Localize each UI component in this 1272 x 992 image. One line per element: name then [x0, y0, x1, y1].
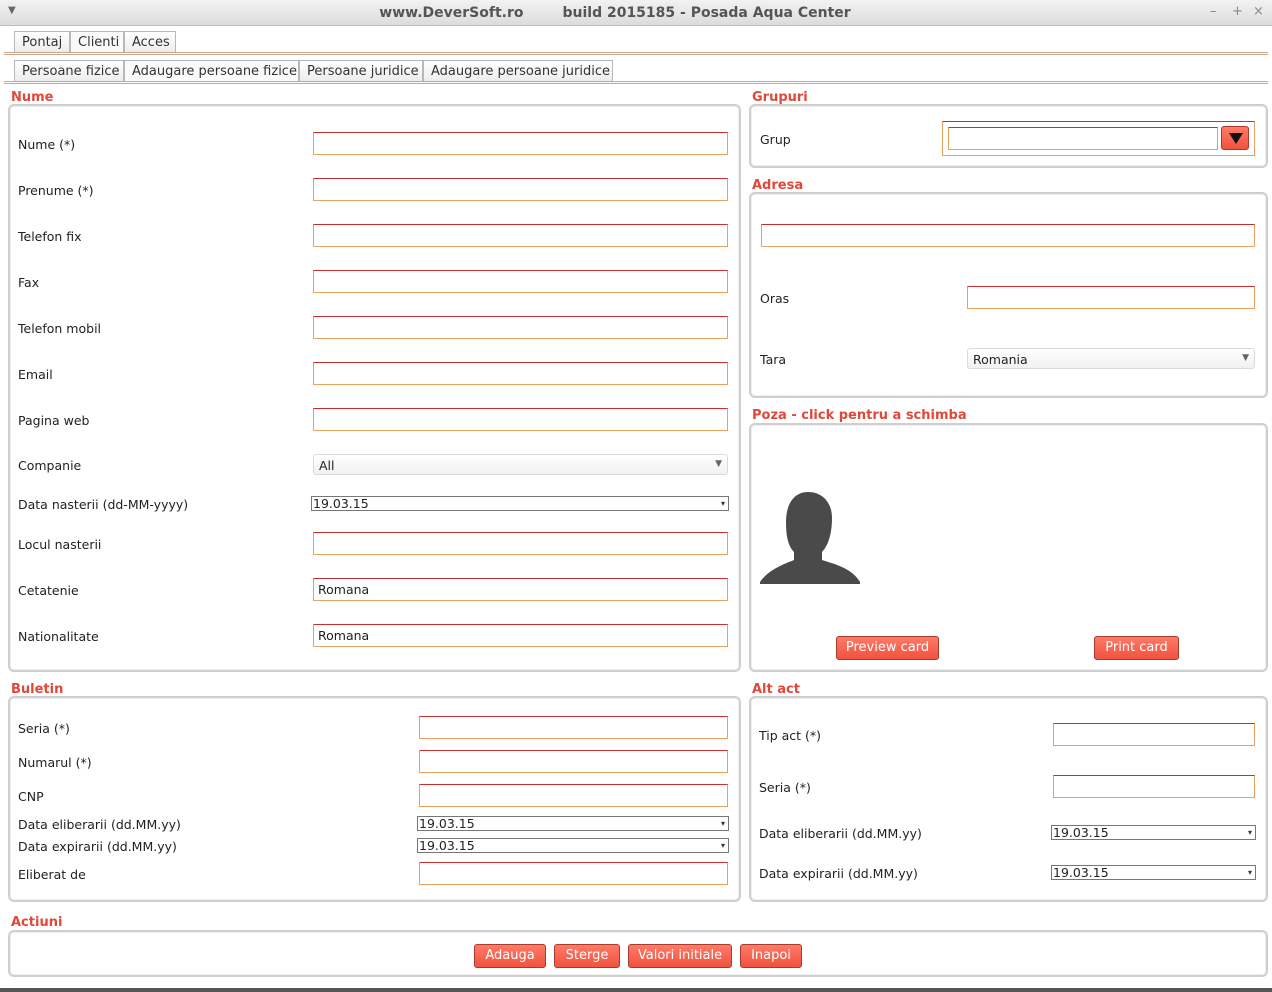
main-tab-bar: Pontaj Clienti Acces — [0, 31, 1272, 53]
label-fax: Fax — [18, 275, 40, 290]
cetatenie-input[interactable]: Romana — [313, 578, 728, 601]
label-email: Email — [18, 367, 53, 382]
label-numarul: Numarul (*) — [18, 755, 92, 770]
eliberat-de-input[interactable] — [419, 862, 728, 885]
tab-divider — [4, 52, 1268, 55]
label-cnp: CNP — [18, 789, 44, 804]
oras-input[interactable] — [967, 286, 1255, 309]
tab-persoane-juridice[interactable]: Persoane juridice — [299, 60, 423, 82]
tab-adaugare-persoane-fizice[interactable]: Adaugare persoane fizice — [124, 60, 299, 82]
print-card-button[interactable]: Print card — [1094, 636, 1179, 660]
sterge-button[interactable]: Sterge — [554, 944, 620, 968]
label-telefon-fix: Telefon fix — [18, 229, 82, 244]
section-title-adresa: Adresa — [752, 178, 804, 193]
tab-pontaj[interactable]: Pontaj — [14, 31, 70, 53]
alt-seria-input[interactable] — [1053, 775, 1255, 798]
inapoi-button[interactable]: Inapoi — [740, 944, 802, 968]
pagina-web-input[interactable] — [313, 408, 728, 431]
email-input[interactable] — [313, 362, 728, 385]
chevron-down-icon: ▾ — [1247, 828, 1252, 837]
person-silhouette-icon[interactable] — [760, 490, 862, 586]
label-data-expirarii: Data expirarii (dd.MM.yy) — [18, 839, 177, 854]
label-oras: Oras — [760, 291, 790, 306]
adresa-input[interactable] — [761, 224, 1255, 247]
chevron-down-icon: ▾ — [720, 499, 725, 508]
nationalitate-input[interactable]: Romana — [313, 624, 728, 647]
buletin-data-expirarii-picker[interactable]: 19.03.15 ▾ — [417, 838, 729, 853]
companie-value: All — [319, 458, 335, 473]
alt-data-expirarii-picker[interactable]: 19.03.15 ▾ — [1051, 865, 1256, 880]
tab-acces[interactable]: Acces — [124, 31, 176, 53]
label-data-nasterii: Data nasterii (dd-MM-yyyy) — [18, 497, 189, 512]
label-grup: Grup — [760, 132, 791, 147]
adauga-button[interactable]: Adauga — [474, 944, 546, 968]
alt-data-expirarii-value: 19.03.15 — [1053, 865, 1109, 880]
sub-tab-bar: Persoane fizice Adaugare persoane fizice… — [0, 60, 1272, 82]
label-prenume: Prenume (*) — [18, 183, 94, 198]
tara-value: Romania — [973, 352, 1028, 367]
grup-input[interactable] — [948, 127, 1218, 150]
window-title: www.DeverSoft.ro build 2015185 - Posada … — [379, 5, 851, 21]
tab-clienti[interactable]: Clienti — [70, 31, 124, 53]
label-tara: Tara — [760, 352, 787, 367]
section-title-actiuni: Actiuni — [11, 915, 63, 930]
section-title-buletin: Buletin — [11, 682, 64, 697]
fax-input[interactable] — [313, 270, 728, 293]
label-telefon-mobil: Telefon mobil — [18, 321, 102, 336]
nume-input[interactable] — [313, 132, 728, 155]
telefon-mobil-input[interactable] — [313, 316, 728, 339]
label-eliberat-de: Eliberat de — [18, 867, 86, 882]
grup-combobox[interactable] — [942, 121, 1255, 156]
chevron-down-icon: ▼ — [715, 459, 722, 469]
close-button[interactable]: × — [1253, 4, 1264, 19]
chevron-down-icon: ▾ — [1247, 868, 1252, 877]
companie-select[interactable]: All ▼ — [313, 454, 728, 475]
valori-initiale-button[interactable]: Valori initiale — [628, 944, 732, 968]
buletin-data-eliberarii-value: 19.03.15 — [419, 816, 475, 831]
data-nasterii-value: 19.03.15 — [313, 496, 369, 511]
tab-persoane-fizice[interactable]: Persoane fizice — [14, 60, 124, 82]
window-bottom-border — [0, 988, 1272, 992]
prenume-input[interactable] — [313, 178, 728, 201]
minimize-button[interactable]: – — [1210, 4, 1217, 19]
chevron-down-icon: ▾ — [720, 841, 725, 850]
label-data-eliberarii: Data eliberarii (dd.MM.yy) — [18, 817, 181, 832]
alt-data-eliberarii-value: 19.03.15 — [1053, 825, 1109, 840]
section-title-grupuri: Grupuri — [752, 90, 808, 105]
label-alt-data-eliberarii: Data eliberarii (dd.MM.yy) — [759, 826, 922, 841]
grup-dropdown-button[interactable] — [1221, 126, 1249, 150]
section-title-poza: Poza - click pentru a schimba — [752, 408, 967, 423]
preview-card-button[interactable]: Preview card — [836, 636, 939, 660]
tip-act-input[interactable] — [1053, 723, 1255, 746]
label-locul-nasterii: Locul nasterii — [18, 537, 102, 552]
buletin-data-expirarii-value: 19.03.15 — [419, 838, 475, 853]
label-nationalitate: Nationalitate — [18, 629, 99, 644]
label-companie: Companie — [18, 458, 82, 473]
triangle-down-icon — [1229, 133, 1243, 144]
label-alt-data-expirarii: Data expirarii (dd.MM.yy) — [759, 866, 918, 881]
tab-adaugare-persoane-juridice[interactable]: Adaugare persoane juridice — [423, 60, 613, 82]
chevron-down-icon: ▼ — [1242, 353, 1249, 363]
section-title-alt-act: Alt act — [752, 682, 800, 697]
label-pagina-web: Pagina web — [18, 413, 90, 428]
label-tip-act: Tip act (*) — [759, 728, 822, 743]
cnp-input[interactable] — [419, 784, 728, 807]
label-cetatenie: Cetatenie — [18, 583, 79, 598]
label-seria: Seria (*) — [18, 721, 70, 736]
numarul-input[interactable] — [419, 750, 728, 773]
telefon-fix-input[interactable] — [313, 224, 728, 247]
title-bar: ▼ www.DeverSoft.ro build 2015185 - Posad… — [0, 0, 1272, 26]
maximize-button[interactable]: + — [1232, 4, 1243, 19]
subtab-divider — [4, 81, 1268, 84]
tara-select[interactable]: Romania ▼ — [967, 348, 1255, 369]
seria-input[interactable] — [419, 716, 728, 739]
label-alt-seria: Seria (*) — [759, 780, 811, 795]
locul-nasterii-input[interactable] — [313, 532, 728, 555]
label-nume: Nume (*) — [18, 137, 76, 152]
buletin-data-eliberarii-picker[interactable]: 19.03.15 ▾ — [417, 816, 729, 831]
data-nasterii-picker[interactable]: 19.03.15 ▾ — [311, 496, 729, 511]
chevron-down-icon: ▾ — [720, 819, 725, 828]
section-title-nume: Nume — [11, 90, 54, 105]
alt-data-eliberarii-picker[interactable]: 19.03.15 ▾ — [1051, 825, 1256, 840]
